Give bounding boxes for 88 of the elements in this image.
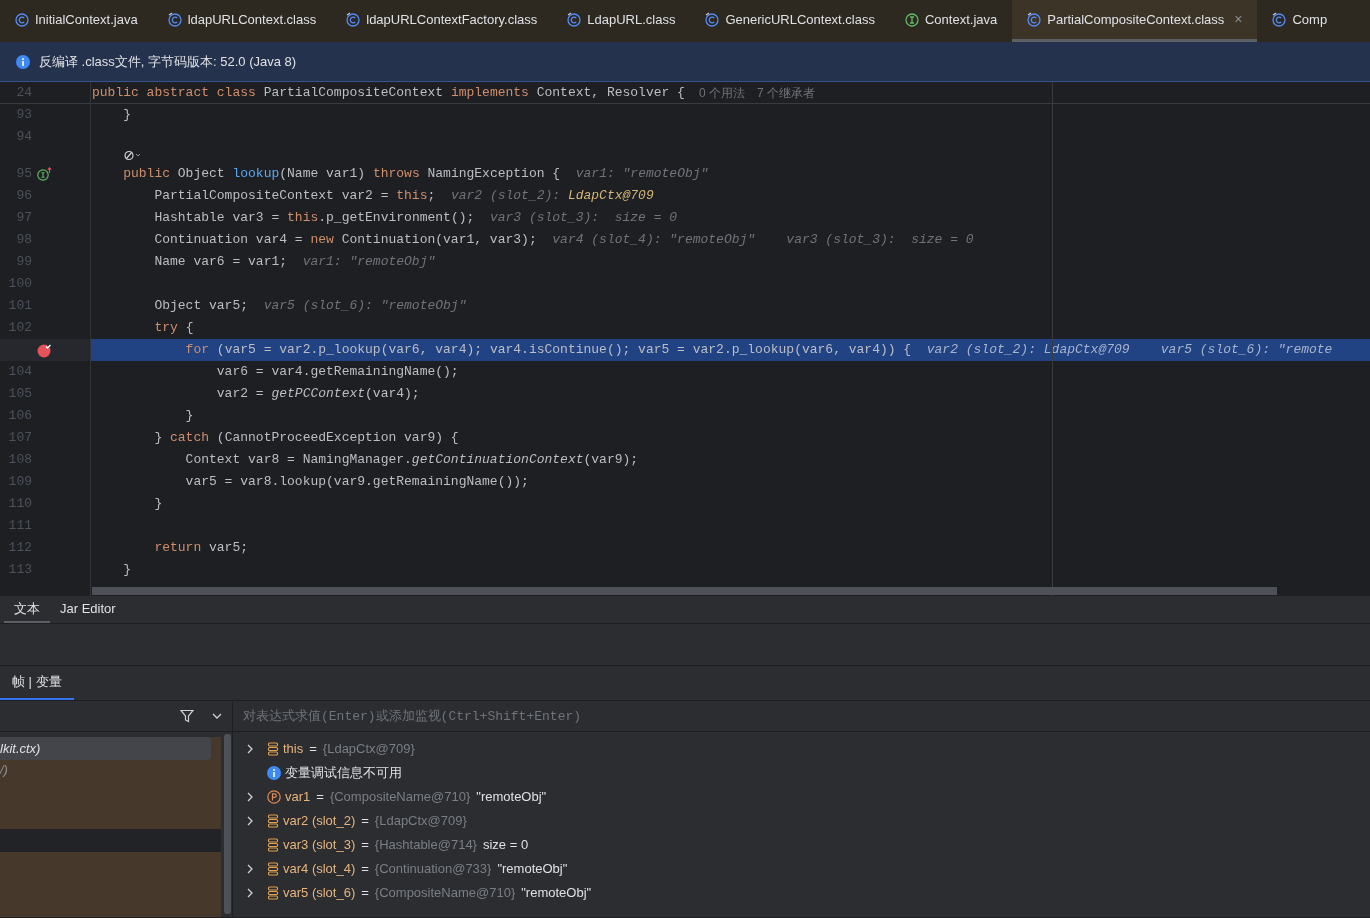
tab-label: InitialContext.java — [35, 10, 138, 29]
code-text: } — [122, 106, 131, 125]
code-text: Object var5; var5 (slot_6): "remoteObj" — [153, 297, 467, 316]
editor-tab[interactable]: PartialCompositeContext.class × — [1012, 0, 1258, 42]
variable-icon — [267, 742, 279, 756]
tab-label: GenericURLContext.class — [725, 10, 875, 29]
object-reference: {LdapCtx@709} — [322, 740, 415, 759]
editor-tab[interactable]: Comp — [1257, 0, 1343, 42]
chevron-down-icon[interactable] — [212, 712, 222, 720]
variable-icon — [267, 886, 279, 900]
equals-sign: = — [361, 884, 369, 903]
class-icon — [15, 12, 29, 27]
variable-value: "remoteObj" — [476, 788, 547, 807]
variable-name[interactable]: var1 — [285, 787, 311, 807]
class-file-icon — [1027, 12, 1042, 27]
variable-name[interactable]: var5 (slot_6) — [283, 883, 356, 903]
variable-icon — [267, 838, 279, 852]
object-reference: {Hashtable@714} — [374, 836, 477, 855]
object-reference: {CompositeName@710} — [329, 788, 471, 807]
code-text: } catch (CannotProceedException var9) { — [153, 429, 459, 448]
close-button[interactable]: × — [1234, 9, 1243, 30]
code-text: Continuation var4 = new Continuation(var1, var3); var4 (slot_4): "remoteObj" var3 (slot_3): size = 0 — [153, 231, 974, 250]
class-file-icon — [167, 12, 182, 27]
evaluate-field[interactable]: 对表达式求值(Enter)或添加监视(Ctrl+Shift+Enter) — [233, 701, 1370, 731]
equals-sign: = — [361, 836, 369, 855]
code-text: Hashtable var3 = this.p_getEnvironment(); var3 (slot_3): size = 0 — [153, 209, 678, 228]
info-message: 变量调试信息不可用 — [285, 764, 402, 783]
interface-icon — [904, 12, 919, 27]
editor-tab[interactable]: GenericURLContext.class — [690, 0, 890, 42]
banner-text: 反编译 .class文件, 字节码版本: 52.0 (Java 8) — [39, 52, 297, 71]
code-text: public Object lookup(Name var1) throws NamingException { var1: "remoteObj" — [122, 165, 709, 184]
tab-label: PartialCompositeContext.class — [1047, 10, 1225, 29]
tab-label: ldapURLContext.class — [187, 10, 317, 29]
code-text: } — [122, 561, 131, 580]
implements-icon[interactable] — [36, 167, 52, 181]
object-reference: {Continuation@733} — [374, 860, 492, 879]
code-text: } — [153, 495, 163, 514]
variable-value: "remoteObj" — [497, 860, 568, 879]
frame-row[interactable]: /) — [0, 760, 221, 783]
tab-label: ldapURLContextFactory.class — [366, 10, 538, 29]
variable-value: "remoteObj" — [521, 884, 592, 903]
code-text: var6 = var4.getRemainingName(); — [215, 363, 459, 382]
code-text: Name var6 = var1; var1: "remoteObj" — [153, 253, 436, 272]
horizontal-scrollbar[interactable] — [92, 587, 1277, 595]
info-icon — [267, 766, 281, 780]
usages-hint[interactable]: 0 个用法 — [698, 83, 745, 102]
editor-tab[interactable]: Context.java — [889, 0, 1013, 42]
view-tab[interactable]: Jar Editor — [50, 596, 126, 623]
object-reference: {LdapCtx@709} — [374, 812, 467, 831]
tab-label: Context.java — [924, 10, 998, 29]
code-text: PartialCompositeContext var2 = this; var2 (slot_2): LdapCtx@709 — [153, 187, 654, 206]
variable-name[interactable]: var3 (slot_3) — [283, 835, 356, 855]
class-file-icon — [705, 12, 720, 27]
variable-icon — [267, 814, 279, 828]
variable-name[interactable]: var4 (slot_4) — [283, 859, 356, 879]
breakpoint-icon[interactable] — [36, 342, 52, 358]
class-file-icon — [567, 12, 582, 27]
inheritors-hint[interactable]: 7 个继承者 — [756, 83, 815, 102]
inlay-settings-icon[interactable] — [124, 150, 141, 161]
object-reference: {CompositeName@710} — [374, 884, 516, 903]
vertical-scrollbar[interactable] — [224, 734, 231, 914]
code-text: try { — [153, 319, 194, 338]
equals-sign: = — [361, 860, 369, 879]
info-icon — [16, 54, 30, 69]
parameter-icon — [267, 790, 281, 804]
variable-icon — [267, 862, 279, 876]
class-file-icon — [1272, 12, 1287, 27]
tab-label: Comp — [1292, 10, 1328, 29]
equals-sign: = — [316, 788, 324, 807]
editor-tab[interactable]: LdapURL.class — [552, 0, 691, 42]
equals-sign: = — [309, 740, 317, 759]
variable-value: size = 0 — [482, 836, 529, 855]
code-text: public abstract class PartialCompositeContext implements Context, Resolver { — [92, 83, 685, 102]
code-text: for (var5 = var2.p_lookup(var6, var4); var4.isContinue(); var5 = var2.p_lookup(var6, var4)) { var2 (slot_2): LdapCtx@709 var5 (slot_6): "remote — [184, 341, 1333, 360]
code-text: var2 = getPCContext(var4); — [215, 385, 420, 404]
editor-tab[interactable]: ldapURLContextFactory.class — [331, 0, 553, 42]
variable-name[interactable]: this — [283, 739, 304, 759]
class-file-icon — [346, 12, 361, 27]
code-text: var5 = var8.lookup(var9.getRemainingName()); — [184, 473, 529, 492]
code-text: } — [184, 407, 194, 426]
tab-label: LdapURL.class — [587, 10, 676, 29]
variable-name[interactable]: var2 (slot_2) — [283, 811, 356, 831]
editor-tab[interactable]: ldapURLContext.class — [152, 0, 332, 42]
filter-icon[interactable] — [180, 709, 194, 723]
code-text: return var5; — [153, 539, 249, 558]
equals-sign: = — [361, 812, 369, 831]
code-text: Context var8 = NamingManager.getContinuationContext(var9); — [184, 451, 639, 470]
editor-tab[interactable]: InitialContext.java — [0, 0, 153, 42]
